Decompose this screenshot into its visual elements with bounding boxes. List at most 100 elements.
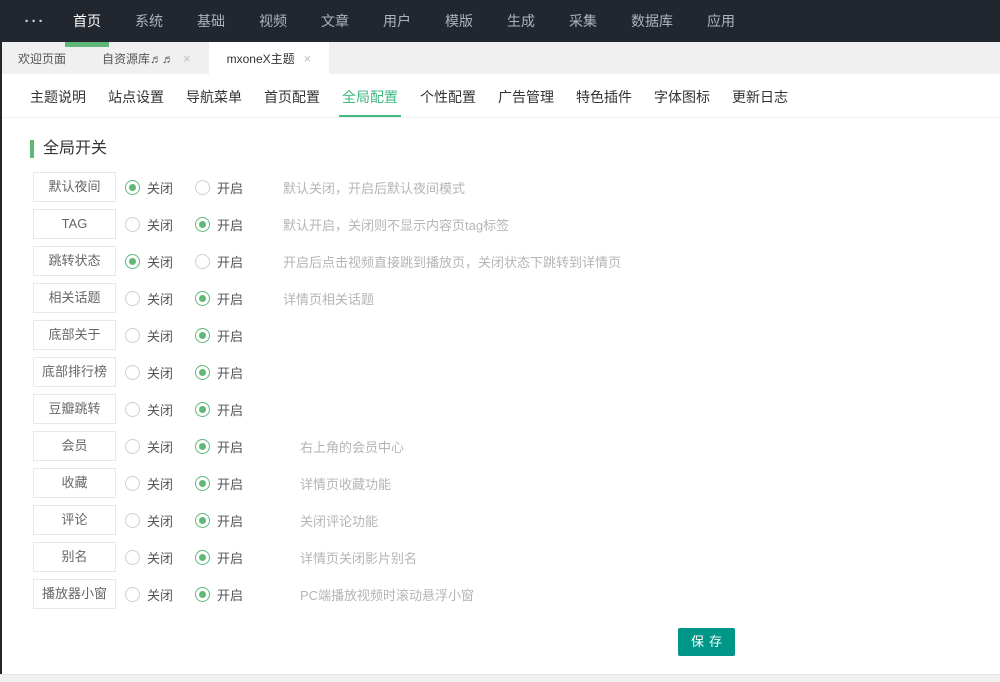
radio-on-circle-icon[interactable]	[195, 365, 210, 380]
subnav-tab-font-icons[interactable]: 字体图标	[651, 87, 713, 117]
radio-off-member[interactable]: 关闭	[125, 437, 173, 456]
setting-row-mini-player: 播放器小窗关闭开启PC端播放视频时滚动悬浮小窗	[33, 579, 1000, 609]
radio-off-circle-icon[interactable]	[125, 254, 140, 269]
radio-off-circle-icon[interactable]	[125, 217, 140, 232]
radio-on-circle-icon[interactable]	[195, 254, 210, 269]
radio-off-label: 关闭	[147, 474, 173, 493]
radio-off-circle-icon[interactable]	[125, 587, 140, 602]
radio-on-circle-icon[interactable]	[195, 328, 210, 343]
nav-item-video[interactable]: 视频	[242, 0, 304, 42]
setting-description: 关闭评论功能	[300, 511, 378, 530]
nav-item-collect[interactable]: 采集	[552, 0, 614, 42]
radio-on-jump-status[interactable]: 开启	[195, 252, 243, 271]
radio-off-favorite[interactable]: 关闭	[125, 474, 173, 493]
more-menu-icon[interactable]: ···	[14, 13, 56, 30]
radio-on-circle-icon[interactable]	[195, 550, 210, 565]
tab-close-icon[interactable]: ×	[304, 52, 312, 65]
main-content: 主题说明站点设置导航菜单首页配置全局配置个性配置广告管理特色插件字体图标更新日志…	[0, 74, 1000, 674]
radio-off-mini-player[interactable]: 关闭	[125, 585, 173, 604]
nav-item-database[interactable]: 数据库	[614, 0, 690, 42]
tab-close-icon[interactable]: ×	[183, 52, 191, 65]
radio-off-alias[interactable]: 关闭	[125, 548, 173, 567]
save-button[interactable]: 保存	[678, 628, 735, 656]
nav-item-user[interactable]: 用户	[366, 0, 428, 42]
radio-off-circle-icon[interactable]	[125, 291, 140, 306]
radio-on-label: 开启	[217, 437, 243, 456]
radio-on-circle-icon[interactable]	[195, 476, 210, 491]
left-edge-divider	[0, 42, 2, 674]
radio-on-circle-icon[interactable]	[195, 180, 210, 195]
radio-off-label: 关闭	[147, 289, 173, 308]
radio-off-jump-status[interactable]: 关闭	[125, 252, 173, 271]
subnav-tab-site-settings[interactable]: 站点设置	[105, 87, 167, 117]
nav-item-article[interactable]: 文章	[304, 0, 366, 42]
radio-on-label: 开启	[217, 252, 243, 271]
radio-off-circle-icon[interactable]	[125, 439, 140, 454]
radio-off-circle-icon[interactable]	[125, 513, 140, 528]
nav-item-system[interactable]: 系统	[118, 0, 180, 42]
radio-off-comment[interactable]: 关闭	[125, 511, 173, 530]
radio-off-related-topics[interactable]: 关闭	[125, 289, 173, 308]
radio-on-circle-icon[interactable]	[195, 291, 210, 306]
window-tabbar: 欢迎页面自资源库♬♬×mxoneX主题×	[0, 42, 1000, 74]
setting-label-tag: TAG	[33, 209, 116, 239]
setting-description: 右上角的会员中心	[300, 437, 404, 456]
nav-item-generate[interactable]: 生成	[490, 0, 552, 42]
radio-off-footer-ranking[interactable]: 关闭	[125, 363, 173, 382]
setting-label-mini-player: 播放器小窗	[33, 579, 116, 609]
radio-off-label: 关闭	[147, 548, 173, 567]
radio-off-footer-about[interactable]: 关闭	[125, 326, 173, 345]
tab-label: 欢迎页面	[18, 50, 66, 67]
radio-on-night-mode[interactable]: 开启	[195, 178, 243, 197]
setting-row-night-mode: 默认夜间关闭开启默认关闭，开启后默认夜间模式	[33, 172, 1000, 202]
subnav-tab-featured-plugins[interactable]: 特色插件	[573, 87, 635, 117]
subnav-tab-global-config[interactable]: 全局配置	[339, 87, 401, 117]
radio-on-comment[interactable]: 开启	[195, 511, 243, 530]
radio-on-related-topics[interactable]: 开启	[195, 289, 243, 308]
radio-on-tag[interactable]: 开启	[195, 215, 243, 234]
subnav-tab-nav-menu[interactable]: 导航菜单	[183, 87, 245, 117]
radio-on-douban-jump[interactable]: 开启	[195, 400, 243, 419]
subnav-tab-theme-intro[interactable]: 主题说明	[27, 87, 89, 117]
setting-label-footer-ranking: 底部排行榜	[33, 357, 116, 387]
radio-on-label: 开启	[217, 400, 243, 419]
radio-on-favorite[interactable]: 开启	[195, 474, 243, 493]
radio-on-circle-icon[interactable]	[195, 217, 210, 232]
radio-on-alias[interactable]: 开启	[195, 548, 243, 567]
radio-on-circle-icon[interactable]	[195, 587, 210, 602]
radio-off-tag[interactable]: 关闭	[125, 215, 173, 234]
radio-off-night-mode[interactable]: 关闭	[125, 178, 173, 197]
radio-off-label: 关闭	[147, 363, 173, 382]
setting-description: 开启后点击视频直接跳到播放页，关闭状态下跳转到详情页	[283, 252, 621, 271]
nav-item-app[interactable]: 应用	[690, 0, 752, 42]
radio-on-member[interactable]: 开启	[195, 437, 243, 456]
nav-item-home[interactable]: 首页	[56, 0, 118, 42]
tab-label: mxoneX主题	[227, 50, 295, 67]
radio-off-circle-icon[interactable]	[125, 550, 140, 565]
radio-off-circle-icon[interactable]	[125, 328, 140, 343]
subnav-tab-home-config[interactable]: 首页配置	[261, 87, 323, 117]
radio-off-circle-icon[interactable]	[125, 476, 140, 491]
subnav-tab-ad-manage[interactable]: 广告管理	[495, 87, 557, 117]
tab-mxonex-theme[interactable]: mxoneX主题 ×	[209, 42, 330, 74]
radio-off-circle-icon[interactable]	[125, 365, 140, 380]
bottom-scrollbar[interactable]	[0, 674, 1000, 682]
section-title: 全局开关	[30, 140, 1000, 158]
radio-on-label: 开启	[217, 178, 243, 197]
radio-on-circle-icon[interactable]	[195, 439, 210, 454]
radio-on-footer-ranking[interactable]: 开启	[195, 363, 243, 382]
radio-off-douban-jump[interactable]: 关闭	[125, 400, 173, 419]
radio-on-mini-player[interactable]: 开启	[195, 585, 243, 604]
radio-off-circle-icon[interactable]	[125, 180, 140, 195]
nav-item-template[interactable]: 模版	[428, 0, 490, 42]
subnav-tab-changelog[interactable]: 更新日志	[729, 87, 791, 117]
radio-on-footer-about[interactable]: 开启	[195, 326, 243, 345]
radio-on-circle-icon[interactable]	[195, 402, 210, 417]
settings-list: 默认夜间关闭开启默认关闭，开启后默认夜间模式TAG关闭开启默认开启，关闭则不显示…	[0, 172, 1000, 609]
radio-off-circle-icon[interactable]	[125, 402, 140, 417]
subnav-tab-personal-config[interactable]: 个性配置	[417, 87, 479, 117]
radio-on-label: 开启	[217, 548, 243, 567]
setting-label-favorite: 收藏	[33, 468, 116, 498]
radio-on-circle-icon[interactable]	[195, 513, 210, 528]
nav-item-basic[interactable]: 基础	[180, 0, 242, 42]
